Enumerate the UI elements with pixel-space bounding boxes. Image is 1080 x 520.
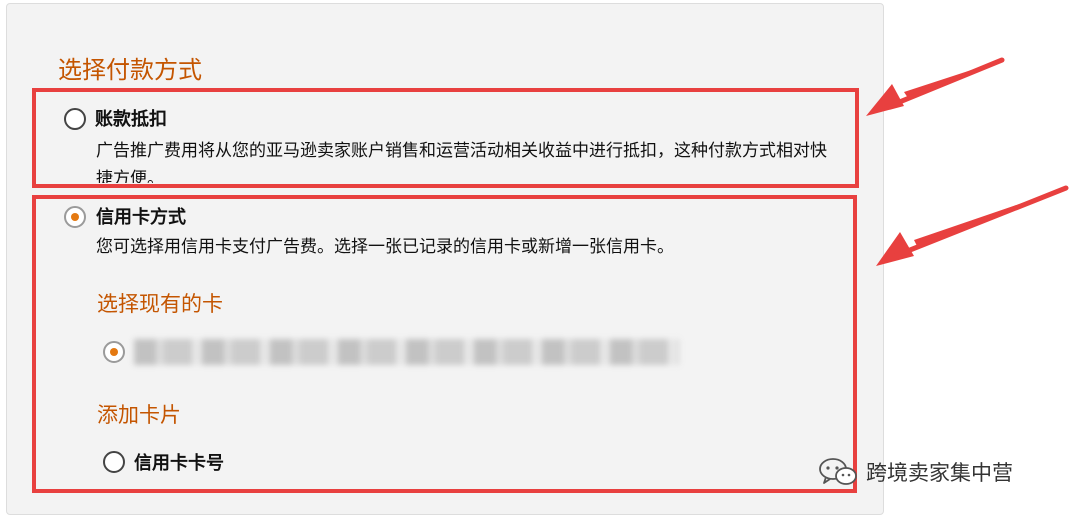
wechat-icon (819, 458, 857, 485)
arrow-icon-bottom (876, 185, 1069, 266)
annotation-arrows (866, 57, 1069, 266)
arrow-icon-top (866, 57, 1005, 116)
watermark-text: 跨境卖家集中营 (866, 461, 1013, 485)
watermark: 跨境卖家集中营 (818, 456, 1013, 488)
